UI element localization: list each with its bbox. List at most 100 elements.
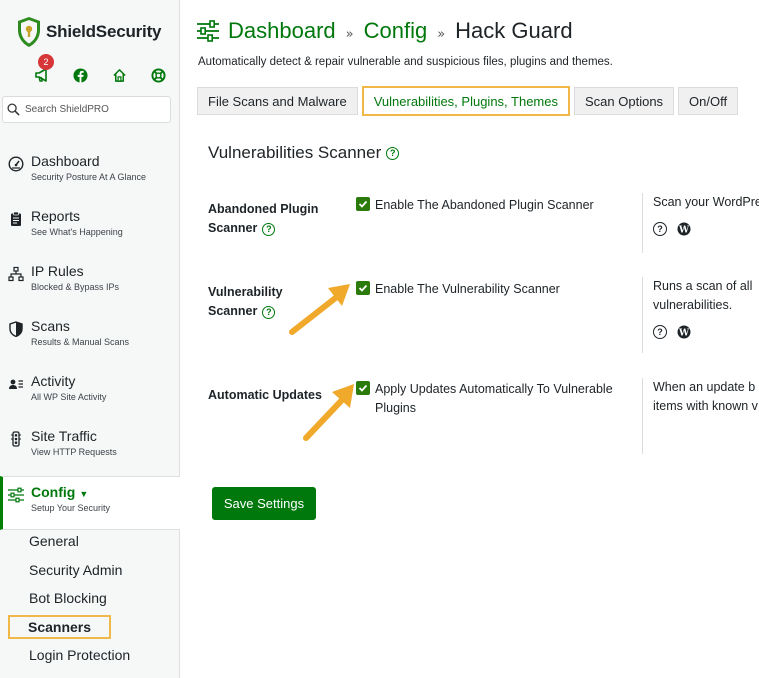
help-icon[interactable]: ? — [262, 223, 276, 236]
home-button[interactable] — [100, 64, 139, 86]
checkmark-icon — [358, 284, 368, 292]
option-description-text: items with known v — [653, 399, 758, 413]
subnav-item-label: Scanners — [8, 614, 112, 639]
main-content: Dashboard » Config » Hack Guard Automati… — [180, 0, 759, 678]
announcements-button[interactable]: 2 — [22, 54, 61, 86]
section-title-text: Vulnerabilities Scanner — [208, 143, 382, 162]
option-label-line: Scanner — [208, 304, 258, 318]
sidebar-item-subtitle: All WP Site Activity — [31, 392, 107, 402]
help-icon[interactable]: ? — [653, 325, 667, 339]
sidebar-item-dashboard[interactable]: Dashboard Security Posture At A Glance — [0, 146, 180, 201]
search-icon — [7, 103, 20, 116]
annotation-arrow-icon — [289, 284, 350, 335]
auto-updates-checkbox-row[interactable]: Apply Updates Automatically To Vulnerabl… — [356, 380, 626, 418]
config-subnav: General Security Admin Bot Blocking Scan… — [0, 527, 180, 670]
option-description: When an update b items with known v — [642, 378, 759, 454]
top-icon-bar: 2 — [22, 54, 178, 86]
traffic-light-icon — [7, 430, 25, 448]
option-description-text: When an update b — [653, 380, 756, 394]
search-input[interactable] — [25, 104, 165, 115]
sidebar-item-subtitle: Setup Your Security — [31, 503, 111, 513]
option-description-text: Runs a scan of all — [653, 279, 753, 293]
option-description-text: Scan your WordPress — [653, 195, 759, 209]
subnav-item-general[interactable]: General — [0, 527, 180, 556]
lifebuoy-icon — [151, 67, 166, 83]
checkbox-label: Enable The Vulnerability Scanner — [375, 282, 560, 296]
svg-text:W: W — [678, 328, 690, 338]
sidebar-item-reports[interactable]: Reports See What's Happening — [0, 201, 180, 256]
help-icon[interactable]: ? — [262, 306, 276, 319]
breadcrumb-dashboard-link[interactable]: Dashboard — [228, 18, 336, 44]
option-label-line: Abandoned Plugin — [208, 202, 319, 216]
option-label-line: Scanner — [208, 221, 258, 235]
sidebar-nav: Dashboard Security Posture At A Glance R… — [0, 146, 180, 530]
checkmark-icon — [358, 200, 368, 208]
subnav-item-security-admin[interactable]: Security Admin — [0, 556, 180, 585]
person-list-icon — [7, 375, 25, 393]
checkbox-label: Enable The Abandoned Plugin Scanner — [375, 198, 594, 212]
section-title: Vulnerabilities Scanner ? — [208, 143, 400, 163]
search-box — [2, 96, 171, 123]
caret-down-icon: ▼ — [79, 489, 89, 499]
sidebar-item-site-traffic[interactable]: Site Traffic View HTTP Requests — [0, 421, 180, 476]
sidebar-item-subtitle: Security Posture At A Glance — [31, 172, 147, 182]
subnav-item-scanners[interactable]: Scanners — [0, 613, 180, 642]
checkbox-label: Apply Updates Automatically To Vulnerabl… — [375, 382, 613, 415]
option-description: Scan your WordPress ? W — [642, 193, 759, 253]
breadcrumb: Dashboard » Config » Hack Guard — [196, 18, 573, 44]
page-subtitle: Automatically detect & repair vulnerable… — [198, 56, 613, 68]
abandoned-scanner-checkbox[interactable] — [356, 197, 370, 211]
sidebar-item-label: Dashboard — [31, 153, 100, 169]
help-icon[interactable]: ? — [653, 222, 667, 236]
support-button[interactable] — [139, 64, 178, 86]
help-icon[interactable]: ? — [386, 146, 400, 160]
annotation-arrow-icon — [303, 384, 354, 441]
sidebar: ShieldSecurity 2 Search ShieldPRO Dashbo… — [0, 0, 180, 678]
sliders-icon — [197, 20, 219, 42]
home-icon — [113, 68, 126, 82]
breadcrumb-separator: » — [345, 26, 354, 42]
tab-file-scans[interactable]: File Scans and Malware — [197, 87, 358, 115]
sidebar-item-config[interactable]: Config ▼ Setup Your Security — [0, 476, 180, 530]
sidebar-item-label: Activity — [31, 373, 76, 389]
breadcrumb-separator: » — [437, 26, 446, 42]
brand-logo[interactable]: ShieldSecurity — [16, 16, 161, 48]
option-description-text: vulnerabilities. — [653, 298, 733, 312]
gauge-icon — [7, 155, 25, 173]
brand-name: ShieldSecurity — [46, 22, 162, 41]
svg-text:W: W — [678, 225, 690, 235]
shield-icon — [7, 320, 25, 338]
sidebar-item-subtitle: Blocked & Bypass IPs — [31, 282, 120, 292]
subnav-item-bot-blocking[interactable]: Bot Blocking — [0, 584, 180, 613]
page-title: Hack Guard — [455, 18, 573, 43]
breadcrumb-config-link[interactable]: Config — [364, 18, 428, 44]
abandoned-scanner-checkbox-row[interactable]: Enable The Abandoned Plugin Scanner — [356, 196, 636, 215]
tab-bar: File Scans and Malware Vulnerabilities, … — [197, 86, 742, 116]
sidebar-item-ip-rules[interactable]: IP Rules Blocked & Bypass IPs — [0, 256, 180, 311]
sidebar-item-subtitle: See What's Happening — [31, 227, 123, 237]
option-description: Runs a scan of all vulnerabilities. ? W — [642, 277, 759, 353]
sidebar-item-subtitle: View HTTP Requests — [31, 447, 117, 457]
wordpress-icon[interactable]: W — [677, 222, 691, 236]
tab-scan-options[interactable]: Scan Options — [574, 87, 675, 115]
sidebar-item-activity[interactable]: Activity All WP Site Activity — [0, 366, 180, 421]
subnav-item-login-protection[interactable]: Login Protection — [0, 641, 180, 670]
facebook-button[interactable] — [61, 64, 100, 86]
tab-vulnerabilities[interactable]: Vulnerabilities, Plugins, Themes — [361, 86, 570, 116]
tab-on-off[interactable]: On/Off — [678, 87, 739, 115]
vulnerability-scanner-checkbox[interactable] — [356, 281, 370, 295]
sidebar-item-label: Site Traffic — [31, 428, 97, 444]
network-icon — [7, 265, 25, 283]
vulnerability-scanner-checkbox-row[interactable]: Enable The Vulnerability Scanner — [356, 280, 636, 299]
wordpress-icon[interactable]: W — [677, 325, 691, 339]
save-settings-button[interactable]: Save Settings — [212, 487, 316, 520]
facebook-icon — [73, 67, 88, 83]
sidebar-item-label: Reports — [31, 208, 81, 224]
sidebar-item-label: Scans — [31, 318, 70, 334]
clipboard-icon — [7, 210, 25, 228]
sidebar-item-label: Config — [31, 484, 76, 500]
sliders-icon — [7, 486, 25, 504]
notification-badge: 2 — [38, 54, 54, 70]
sidebar-item-scans[interactable]: Scans Results & Manual Scans — [0, 311, 180, 366]
sidebar-item-subtitle: Results & Manual Scans — [31, 337, 130, 347]
